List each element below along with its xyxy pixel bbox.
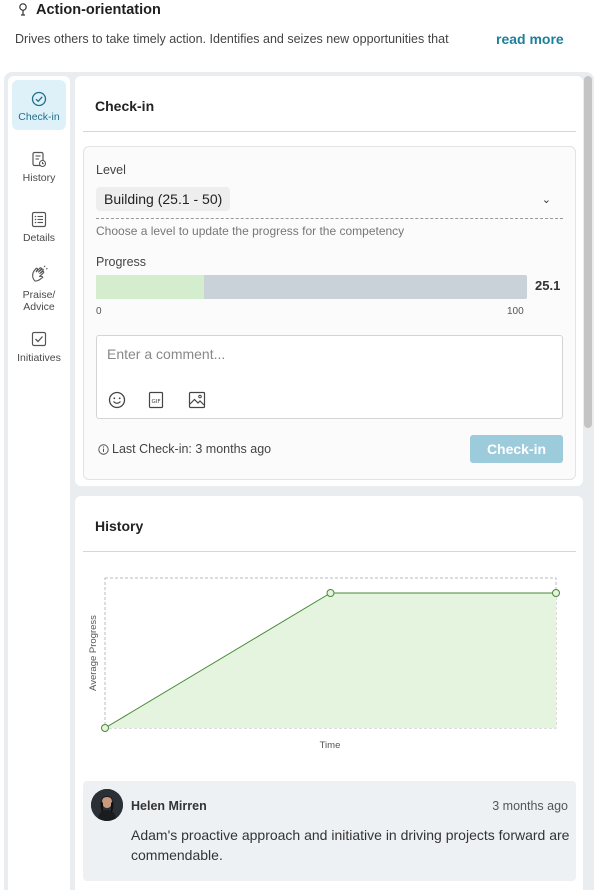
data-point-2[interactable] xyxy=(552,589,560,597)
y-axis-title: Average Progress xyxy=(88,615,99,691)
competency-title: Action-orientation xyxy=(36,2,161,18)
svg-text:GIF: GIF xyxy=(151,399,160,405)
sidebar-item-label: Details xyxy=(22,232,56,244)
sidebar-item-label: Check-in xyxy=(18,111,60,123)
history-entry: Helen Mirren 3 months ago Adam's proacti… xyxy=(83,781,576,881)
last-checkin: Last Check-in: 3 months ago xyxy=(98,442,271,456)
data-point-1[interactable] xyxy=(326,589,335,597)
checkbox-icon xyxy=(31,331,47,347)
x-axis-title: Time xyxy=(320,740,341,751)
checkin-card: Check-in Level Building (25.1 - 50) ⌄ Ch… xyxy=(75,76,583,486)
competency-description: Drives others to take timely action. Ide… xyxy=(15,32,449,46)
progress-bar[interactable] xyxy=(96,275,527,299)
series-area xyxy=(105,593,556,728)
comment-box: GIF xyxy=(96,335,563,419)
progress-bar-fill xyxy=(96,275,205,299)
level-label: Level xyxy=(96,163,126,177)
clapping-hands-icon xyxy=(32,265,48,282)
sidebar-item-initiatives[interactable]: Initiatives xyxy=(12,331,66,364)
progress-value: 25.1 xyxy=(535,278,561,293)
emoji-icon[interactable] xyxy=(108,391,126,409)
comment-input[interactable] xyxy=(107,346,547,362)
progress-min-label: 0 xyxy=(96,306,102,317)
read-more-link[interactable]: read more xyxy=(496,31,564,47)
sidebar-item-check-in[interactable]: Check-in xyxy=(12,80,66,130)
progress-max-label: 100 xyxy=(507,306,524,317)
gif-icon[interactable]: GIF xyxy=(148,391,164,409)
image-icon[interactable] xyxy=(188,391,206,409)
entry-text: Adam's proactive approach and initiative… xyxy=(131,827,570,863)
data-point-0[interactable] xyxy=(101,724,109,732)
chevron-down-icon: ⌄ xyxy=(541,194,551,206)
sidebar-item-praise-advice[interactable]: Praise/ Advice xyxy=(12,265,66,313)
history-title: History xyxy=(95,518,144,534)
checkin-form: Level Building (25.1 - 50) ⌄ Choose a le… xyxy=(83,146,576,480)
history-card: History Time Average Progress Helen Mirr… xyxy=(75,496,583,890)
history-chart-svg: Time Average Progress xyxy=(88,577,560,751)
history-chart: Time Average Progress xyxy=(83,568,576,758)
competency-header: Action-orientation Drives others to take… xyxy=(0,0,596,72)
level-value: Building (25.1 - 50) xyxy=(96,187,231,211)
divider xyxy=(83,551,576,552)
sidebar-item-details[interactable]: Details xyxy=(12,211,66,244)
avatar xyxy=(91,789,123,821)
last-checkin-text: Last Check-in: 3 months ago xyxy=(112,442,272,456)
entry-time: 3 months ago xyxy=(492,799,568,813)
checkin-title: Check-in xyxy=(95,98,155,114)
level-hint: Choose a level to update the progress fo… xyxy=(96,224,405,238)
entry-author: Helen Mirren xyxy=(131,799,207,813)
history-doc-icon xyxy=(32,151,47,168)
sidebar-item-history[interactable]: History xyxy=(12,151,66,184)
sidebar-item-label: Praise/ Advice xyxy=(22,289,56,313)
list-icon xyxy=(31,211,47,228)
sidebar-item-label: Initiatives xyxy=(17,352,61,364)
sidebar-item-label: History xyxy=(22,172,56,184)
scrollbar[interactable] xyxy=(584,76,592,428)
check-in-button[interactable]: Check-in xyxy=(470,435,563,463)
divider xyxy=(83,131,576,132)
progress-label: Progress xyxy=(96,255,147,269)
check-circle-icon xyxy=(31,91,47,107)
level-select[interactable]: Building (25.1 - 50) ⌄ xyxy=(96,187,563,219)
competency-title-row: Action-orientation xyxy=(18,2,161,18)
lightbulb-icon xyxy=(19,3,27,16)
info-icon xyxy=(98,443,109,455)
sidebar: Check-in History Details Praise/ Advice xyxy=(8,76,70,890)
